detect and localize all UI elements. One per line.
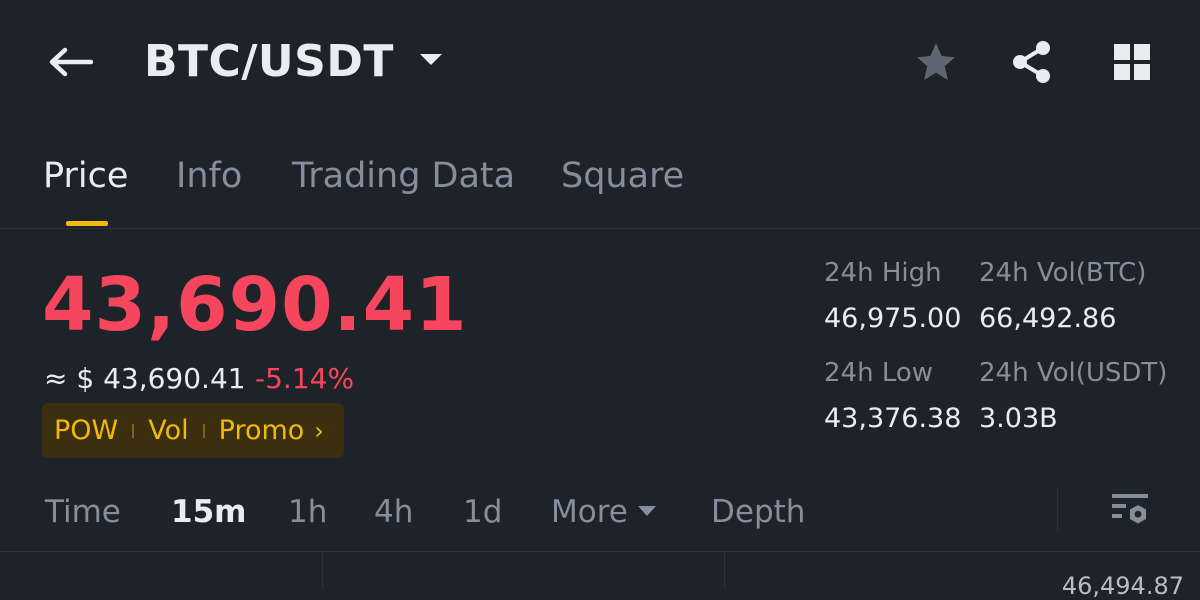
tag-vol: Vol <box>148 415 189 446</box>
tf-depth[interactable]: Depth <box>711 494 805 530</box>
vol-btc-label: 24h Vol(BTC) <box>979 258 1147 288</box>
chart-area[interactable] <box>0 552 1200 589</box>
vol-usdt-label: 24h Vol(USDT) <box>979 358 1168 388</box>
vol-btc-value: 66,492.86 <box>979 303 1117 334</box>
favorite-button[interactable] <box>912 40 960 84</box>
tf-4h[interactable]: 4h <box>374 494 413 530</box>
price-change-percent: -5.14% <box>255 362 355 395</box>
tab-price[interactable]: Price <box>43 156 128 196</box>
star-icon <box>917 43 955 80</box>
vol-usdt-value: 3.03B <box>979 403 1058 434</box>
fiat-price: ≈ $ 43,690.41 <box>44 362 246 395</box>
toolbar-separator <box>1057 488 1058 532</box>
layout-grid-button[interactable] <box>1108 40 1156 84</box>
chart-gridline <box>322 552 323 589</box>
chart-settings-button[interactable] <box>1110 490 1152 532</box>
pair-selector[interactable]: BTC/USDT <box>144 36 442 87</box>
last-price: 43,690.41 <box>42 262 468 348</box>
share-icon <box>1013 41 1050 83</box>
low-value: 43,376.38 <box>824 403 962 434</box>
tf-more-label: More <box>551 494 628 530</box>
tf-1d[interactable]: 1d <box>463 494 502 530</box>
tab-trading-data[interactable]: Trading Data <box>292 156 515 196</box>
grid-icon <box>1114 44 1150 80</box>
tabs-divider <box>0 228 1200 229</box>
chart-gridline <box>724 552 725 589</box>
tag-pow: POW <box>54 415 119 446</box>
back-arrow-icon <box>49 47 93 77</box>
low-label: 24h Low <box>824 358 934 388</box>
tag-separator <box>132 423 135 438</box>
tf-more[interactable]: More <box>551 494 656 530</box>
tab-info[interactable]: Info <box>176 156 242 196</box>
pair-title: BTC/USDT <box>144 36 394 87</box>
caret-down-icon <box>637 505 656 516</box>
tab-square[interactable]: Square <box>561 156 684 196</box>
tag-promo: Promo <box>218 415 305 446</box>
high-value: 46,975.00 <box>824 303 962 334</box>
tag-separator <box>202 423 205 438</box>
chart-price-axis-label: 46,494.87 <box>1061 572 1184 600</box>
dropdown-caret-icon <box>419 54 442 65</box>
chart-settings-icon <box>1112 494 1148 524</box>
active-tab-indicator <box>66 221 108 226</box>
tag-bar[interactable]: POW Vol Promo › <box>42 403 344 458</box>
tf-1h[interactable]: 1h <box>288 494 327 530</box>
high-label: 24h High <box>824 258 942 288</box>
tf-15m[interactable]: 15m <box>171 494 246 530</box>
share-button[interactable] <box>1008 40 1056 84</box>
tf-time[interactable]: Time <box>45 494 121 530</box>
back-button[interactable] <box>44 40 96 84</box>
chevron-right-icon: › <box>314 416 324 445</box>
